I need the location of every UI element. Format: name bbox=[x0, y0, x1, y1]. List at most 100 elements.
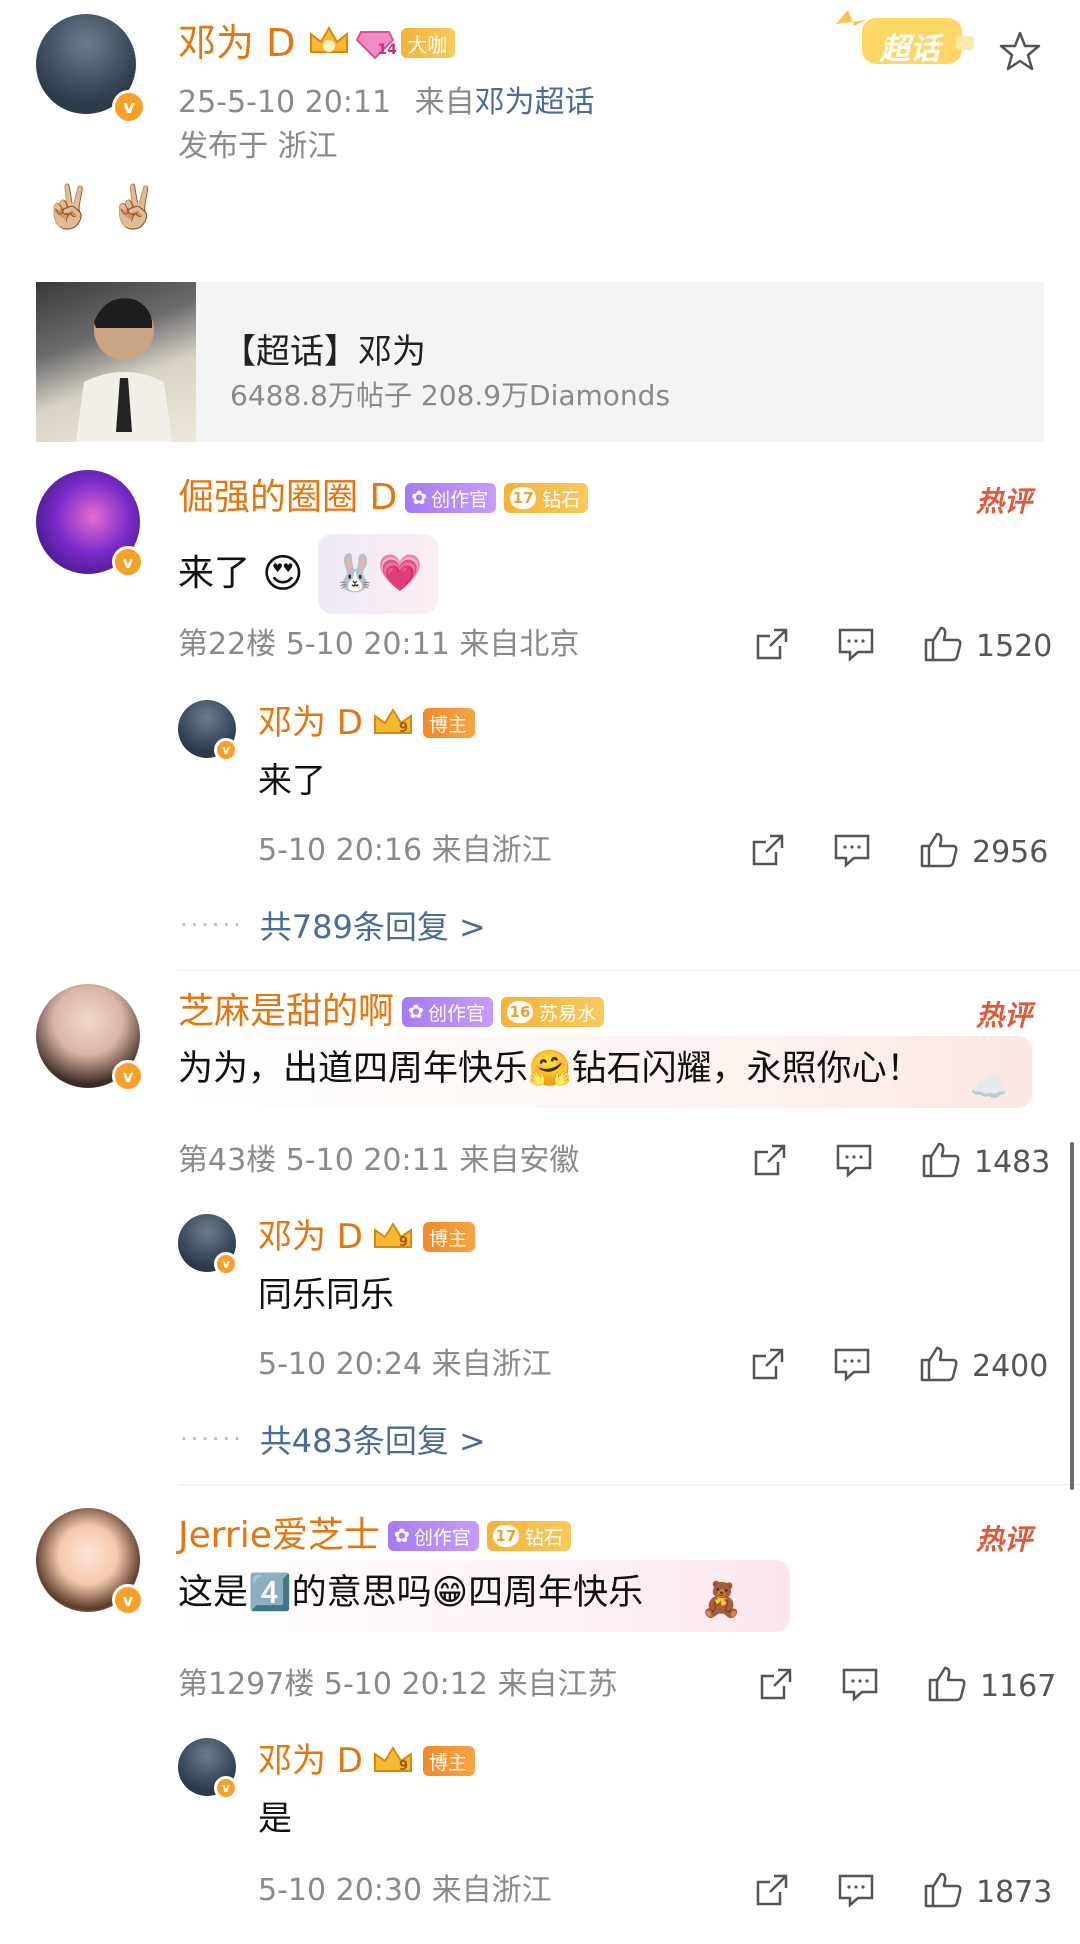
share-icon[interactable] bbox=[752, 1870, 792, 1914]
creator-tag-label: 创作官 bbox=[427, 1002, 485, 1025]
thumbs-up-icon[interactable] bbox=[926, 1664, 968, 1708]
reply-header: 邓为 D 9 博主 bbox=[258, 1220, 476, 1254]
share-icon[interactable] bbox=[752, 624, 792, 668]
reply-meta: 5-10 20:16 来自浙江 bbox=[258, 833, 552, 868]
hot-comment-badge: 热评 bbox=[976, 1523, 1033, 1556]
commenter-name[interactable]: Jerrie爱芝士 bbox=[178, 1518, 380, 1554]
share-icon[interactable] bbox=[748, 1344, 788, 1388]
comment-icon[interactable] bbox=[836, 1870, 876, 1914]
comment-actions: 1483 bbox=[750, 1140, 1050, 1184]
comment-icon[interactable] bbox=[832, 830, 872, 874]
creator-tag-label: 创作官 bbox=[431, 488, 489, 511]
creator-tag: ✿ 创作官 bbox=[405, 483, 497, 513]
hot-comment-badge: 热评 bbox=[976, 999, 1033, 1032]
scrollbar-thumb[interactable] bbox=[1070, 1142, 1074, 1490]
cartoon-sticker-icon: 🧸 bbox=[700, 1580, 743, 1620]
like-count: 1483 bbox=[974, 1144, 1051, 1180]
creator-tag-label: 创作官 bbox=[413, 1526, 471, 1549]
comment-text: 这是4️⃣的意思吗😁四周年快乐 bbox=[178, 1573, 644, 1613]
comment-meta: 第1297楼 5-10 20:12 来自江苏 bbox=[178, 1667, 618, 1702]
comment-header: 倔强的圈圈 D ✿ 创作官 17 钻石 bbox=[178, 480, 589, 516]
post-source-link[interactable]: 邓为超话 bbox=[475, 85, 595, 120]
reply-text: 同乐同乐 bbox=[258, 1275, 394, 1315]
portrait-illustration bbox=[76, 298, 172, 442]
commenter-name[interactable]: 芝麻是甜的啊 bbox=[178, 994, 394, 1030]
hot-comment-badge: 热评 bbox=[976, 485, 1033, 518]
reply-text: 是 bbox=[258, 1799, 292, 1839]
supertopic-sticker[interactable]: 超话 bbox=[828, 6, 978, 72]
comment-divider bbox=[178, 970, 1080, 971]
fan-level-number: 17 bbox=[492, 1525, 519, 1547]
creator-tag-icon: ✿ bbox=[408, 1001, 424, 1023]
more-replies-row[interactable]: ······ 共483条回复 > bbox=[180, 1416, 486, 1462]
comment-icon[interactable] bbox=[832, 1344, 872, 1388]
post-from-label: 来自 bbox=[414, 85, 475, 120]
comment-text: 来了 😍 🐰💗 bbox=[178, 534, 438, 614]
verified-badge-icon: v bbox=[112, 1584, 144, 1616]
creator-tag-icon: ✿ bbox=[393, 1525, 410, 1547]
like-count: 2400 bbox=[972, 1348, 1049, 1384]
verified-badge-icon: v bbox=[214, 1776, 238, 1800]
comment-icon[interactable] bbox=[836, 624, 876, 668]
post-author-name[interactable]: 邓为 D bbox=[178, 24, 295, 62]
post-meta-row: 25-5-10 20:11 来自邓为超话 bbox=[178, 88, 595, 118]
reply-actions: 2956 bbox=[748, 830, 1048, 874]
crown-icon: 9 bbox=[371, 1745, 415, 1777]
blogger-tag: 博主 bbox=[423, 1746, 476, 1776]
post-author-row: 邓为 D 14 大咖 bbox=[178, 24, 456, 62]
reply-header: 邓为 D 9 博主 bbox=[258, 1744, 476, 1778]
share-icon[interactable] bbox=[750, 1140, 790, 1184]
crown-icon: 9 bbox=[371, 707, 415, 739]
like-count: 1167 bbox=[980, 1668, 1057, 1704]
thumbs-up-icon[interactable] bbox=[922, 1870, 964, 1914]
share-icon[interactable] bbox=[756, 1664, 796, 1708]
commenter-name[interactable]: 倔强的圈圈 D bbox=[178, 480, 397, 516]
fan-level-label: 钻石 bbox=[524, 1526, 563, 1549]
thumbs-up-icon[interactable] bbox=[918, 1344, 960, 1388]
more-replies-row[interactable]: ······ 共789条回复 > bbox=[180, 902, 486, 948]
crown-level-number: 9 bbox=[399, 721, 409, 736]
crown-level-number: 9 bbox=[399, 1759, 409, 1774]
kuromi-sticker-icon: 🐰💗 bbox=[317, 534, 438, 614]
more-replies-link[interactable]: 共483条回复 > bbox=[260, 1416, 486, 1462]
creator-tag-icon: ✿ bbox=[411, 487, 428, 509]
supertopic-card[interactable]: 【超话】邓为 6488.8万帖子 208.9万Diamonds bbox=[36, 282, 1044, 442]
diamond-level-icon: 14 bbox=[355, 26, 397, 60]
post-location: 发布于 浙江 bbox=[178, 129, 338, 164]
reply-actions: 2400 bbox=[748, 1344, 1048, 1388]
dots-icon: ······ bbox=[180, 1425, 244, 1453]
verified-badge-icon: v bbox=[112, 1060, 144, 1092]
thumbs-up-icon[interactable] bbox=[920, 1140, 962, 1184]
comment-header: 芝麻是甜的啊 ✿ 创作官 16 苏易水 bbox=[178, 994, 604, 1030]
cloud-heart-sticker-icon: ☁️ bbox=[970, 1070, 1008, 1105]
comment-actions: 1520 bbox=[752, 624, 1052, 668]
fan-level-tag: 17 钻石 bbox=[486, 1521, 571, 1551]
more-replies-link[interactable]: 共789条回复 > bbox=[260, 902, 486, 948]
dots-icon: ······ bbox=[180, 911, 244, 939]
reply-author-name[interactable]: 邓为 D bbox=[258, 706, 363, 740]
reply-author-name[interactable]: 邓为 D bbox=[258, 1220, 363, 1254]
comment-header: Jerrie爱芝士 ✿ 创作官 17 钻石 bbox=[178, 1518, 571, 1554]
thumbs-up-icon[interactable] bbox=[922, 624, 964, 668]
comment-meta: 第22楼 5-10 20:11 来自北京 bbox=[178, 627, 580, 662]
star-icon[interactable] bbox=[998, 30, 1042, 76]
supertopic-card-stats: 6488.8万帖子 208.9万Diamonds bbox=[230, 379, 671, 412]
comment-actions: 1167 bbox=[756, 1664, 1056, 1708]
comment-divider bbox=[178, 1484, 1080, 1485]
thumbs-up-icon[interactable] bbox=[918, 830, 960, 874]
like-count: 2956 bbox=[972, 834, 1049, 870]
role-badge: 大咖 bbox=[401, 28, 456, 58]
comment-icon[interactable] bbox=[840, 1664, 880, 1708]
like-count: 1520 bbox=[976, 628, 1053, 664]
blogger-tag: 博主 bbox=[423, 708, 476, 738]
fan-level-label: 苏易水 bbox=[538, 1002, 596, 1025]
reply-text: 来了 bbox=[258, 761, 326, 801]
post-date: 25-5-10 20:11 bbox=[178, 85, 392, 120]
reply-author-name[interactable]: 邓为 D bbox=[258, 1744, 363, 1778]
crown-icon: 9 bbox=[371, 1221, 415, 1253]
comment-icon[interactable] bbox=[834, 1140, 874, 1184]
fan-level-tag: 16 苏易水 bbox=[500, 997, 604, 1027]
reply-meta: 5-10 20:24 来自浙江 bbox=[258, 1347, 552, 1382]
share-icon[interactable] bbox=[748, 830, 788, 874]
fan-level-label: 钻石 bbox=[542, 488, 581, 511]
